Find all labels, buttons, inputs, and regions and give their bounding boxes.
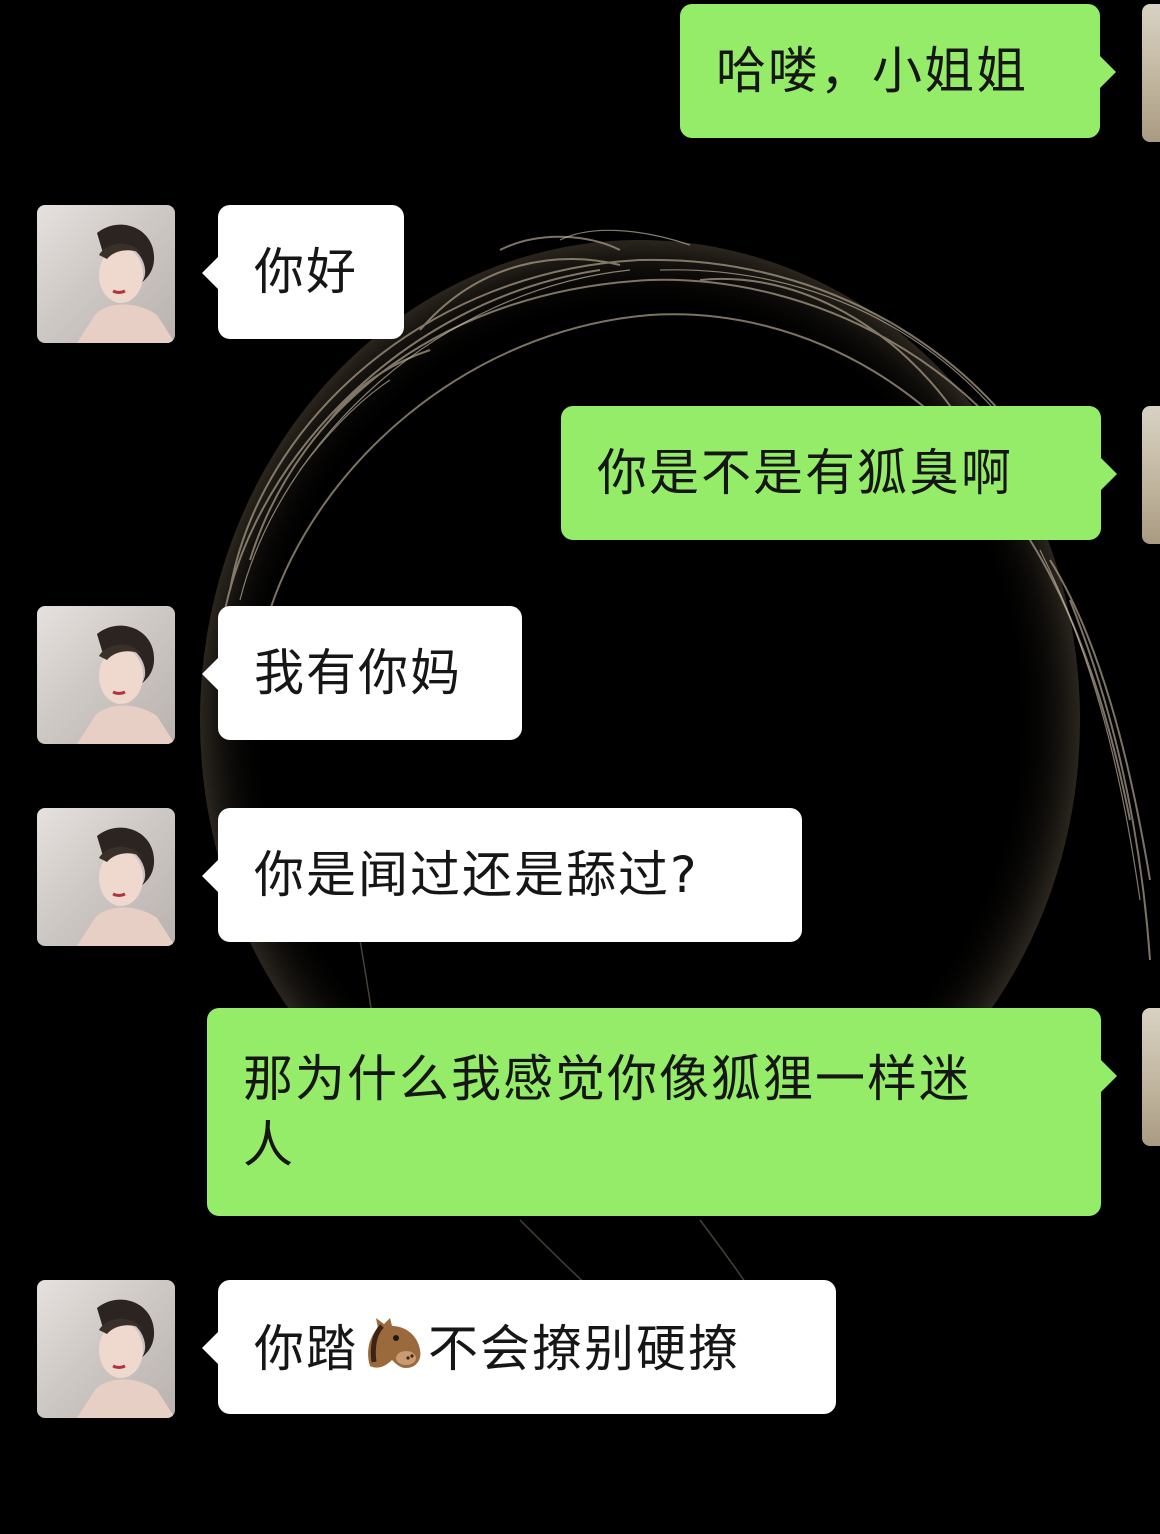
message-text-line: 那为什么我感觉你像狐狸一样迷 bbox=[243, 1050, 971, 1108]
portrait-icon bbox=[77, 625, 175, 744]
contact-avatar[interactable] bbox=[37, 606, 175, 744]
portrait-icon bbox=[77, 1299, 175, 1418]
self-avatar[interactable] bbox=[1142, 1008, 1160, 1146]
portrait-icon bbox=[77, 827, 175, 946]
incoming-message[interactable]: 我有你妈 bbox=[202, 606, 522, 740]
incoming-message[interactable]: 你踏 不会撩别硬撩 bbox=[202, 1280, 836, 1414]
incoming-message[interactable]: 你是闻过还是舔过? bbox=[202, 808, 802, 942]
portrait-icon bbox=[77, 224, 175, 343]
message-text: 我有你妈 bbox=[254, 644, 462, 702]
message-text: 你踏 bbox=[254, 1320, 358, 1378]
contact-avatar[interactable] bbox=[37, 1280, 175, 1418]
self-avatar[interactable] bbox=[1142, 406, 1160, 544]
message-text-line: 人 bbox=[243, 1116, 295, 1174]
contact-avatar[interactable] bbox=[37, 808, 175, 946]
message-text: 哈喽，小姐姐 bbox=[716, 42, 1028, 100]
outgoing-message[interactable]: 你是不是有狐臭啊 bbox=[561, 406, 1117, 540]
message-text: 你是闻过还是舔过? bbox=[254, 846, 699, 904]
contact-avatar[interactable] bbox=[37, 205, 175, 343]
message-text: 不会撩别硬撩 bbox=[428, 1320, 740, 1378]
outgoing-message[interactable]: 哈喽，小姐姐 bbox=[680, 4, 1116, 138]
self-avatar[interactable] bbox=[1142, 4, 1160, 142]
horse-face-icon bbox=[368, 1318, 421, 1368]
outgoing-message[interactable]: 那为什么我感觉你像狐狸一样迷 人 bbox=[207, 1008, 1117, 1216]
message-text: 你是不是有狐臭啊 bbox=[597, 444, 1013, 502]
incoming-message[interactable]: 你好 bbox=[202, 205, 404, 339]
message-text: 你好 bbox=[254, 243, 358, 301]
